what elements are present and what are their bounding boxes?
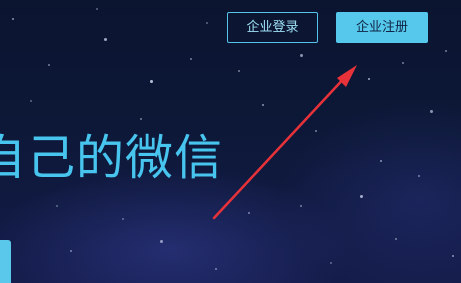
star (248, 212, 250, 214)
star (190, 58, 192, 60)
star (300, 54, 303, 57)
star (300, 205, 302, 207)
enterprise-register-button[interactable]: 企业注册 (336, 12, 428, 43)
star (452, 255, 454, 257)
star (30, 100, 32, 102)
star (445, 50, 447, 52)
star (430, 110, 433, 113)
star (215, 268, 217, 270)
star (418, 175, 420, 177)
star (402, 62, 404, 64)
star (122, 218, 124, 220)
star (56, 205, 58, 207)
star (140, 118, 142, 120)
star (96, 8, 98, 10)
star (48, 64, 50, 66)
star (238, 70, 240, 72)
star (206, 22, 208, 24)
star (368, 78, 370, 80)
star (150, 80, 153, 83)
star (160, 240, 163, 243)
star (315, 130, 317, 132)
star (360, 195, 363, 198)
star (330, 262, 332, 264)
star (104, 38, 107, 41)
star (395, 238, 397, 240)
star (380, 160, 382, 162)
hero-banner: 企业登录 企业注册 自己的微信 (0, 0, 461, 283)
star (12, 18, 14, 20)
star (70, 250, 72, 252)
side-tab-button[interactable] (0, 240, 11, 283)
star (262, 104, 264, 106)
enterprise-login-button[interactable]: 企业登录 (227, 12, 318, 43)
hero-headline: 自己的微信 (0, 130, 224, 186)
